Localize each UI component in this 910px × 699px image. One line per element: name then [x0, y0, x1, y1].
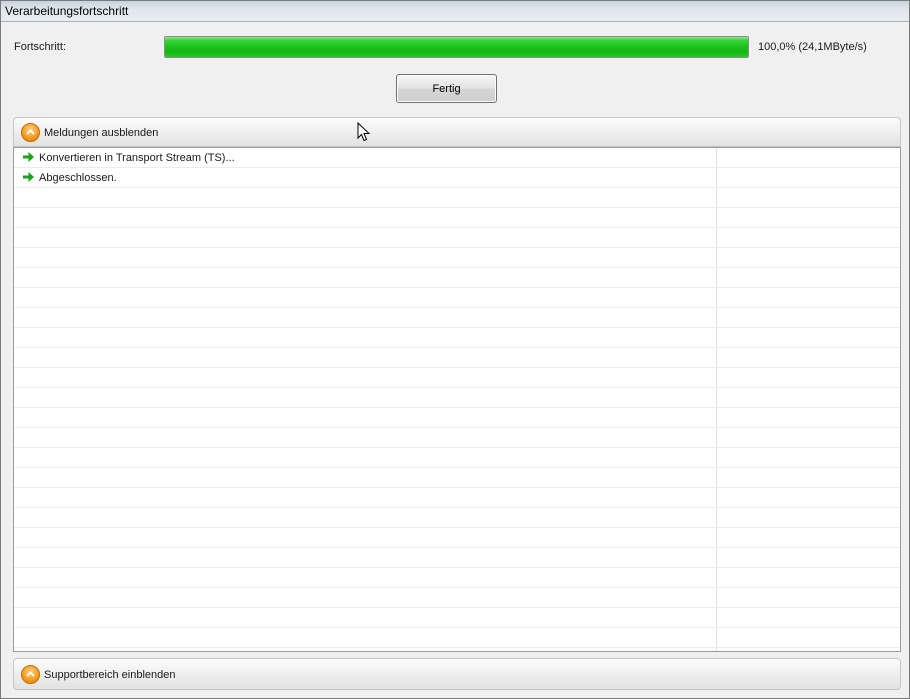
list-item[interactable]: [14, 328, 900, 348]
list-item[interactable]: [14, 348, 900, 368]
list-item[interactable]: [14, 428, 900, 448]
title-bar[interactable]: Verarbeitungsfortschritt: [1, 1, 909, 22]
list-item[interactable]: Konvertieren in Transport Stream (TS)...: [14, 148, 900, 168]
message-text: Konvertieren in Transport Stream (TS)...: [39, 152, 235, 164]
progress-label: Fortschritt:: [14, 41, 66, 53]
list-item[interactable]: [14, 208, 900, 228]
message-text: Abgeschlossen.: [39, 172, 117, 184]
collapse-chevron-up-icon[interactable]: [21, 123, 40, 142]
list-item[interactable]: [14, 488, 900, 508]
progress-dialog-window: Verarbeitungsfortschritt Fortschritt: 10…: [0, 0, 910, 699]
green-arrow-right-icon: [23, 172, 34, 182]
list-item[interactable]: [14, 628, 900, 648]
list-item[interactable]: [14, 448, 900, 468]
list-item[interactable]: [14, 508, 900, 528]
progress-bar-fill: [165, 37, 748, 57]
list-item[interactable]: [14, 368, 900, 388]
list-item[interactable]: [14, 188, 900, 208]
list-item[interactable]: [14, 308, 900, 328]
list-item[interactable]: [14, 588, 900, 608]
expand-chevron-up-icon[interactable]: [21, 665, 40, 684]
progress-row: Fortschritt: 100,0% (24,1MByte/s): [1, 23, 909, 71]
list-item[interactable]: Abgeschlossen.: [14, 168, 900, 188]
list-item[interactable]: [14, 568, 900, 588]
window-title: Verarbeitungsfortschritt: [5, 4, 129, 18]
progress-bar: [164, 36, 749, 58]
list-item[interactable]: [14, 388, 900, 408]
messages-section-header[interactable]: Meldungen ausblenden: [13, 117, 901, 147]
support-section-header[interactable]: Supportbereich einblenden: [13, 658, 901, 690]
list-item[interactable]: [14, 268, 900, 288]
list-item[interactable]: [14, 608, 900, 628]
list-item[interactable]: [14, 528, 900, 548]
message-list[interactable]: Konvertieren in Transport Stream (TS)...…: [13, 147, 901, 652]
finish-button[interactable]: Fertig: [396, 74, 497, 103]
list-item[interactable]: [14, 228, 900, 248]
list-item[interactable]: [14, 468, 900, 488]
mouse-cursor-icon: [357, 122, 371, 142]
list-item[interactable]: [14, 248, 900, 268]
support-toggle-label: Supportbereich einblenden: [44, 669, 176, 681]
progress-value: 100,0% (24,1MByte/s): [758, 41, 867, 53]
green-arrow-right-icon: [23, 152, 34, 162]
list-item[interactable]: [14, 288, 900, 308]
messages-toggle-label: Meldungen ausblenden: [44, 127, 159, 139]
list-item[interactable]: [14, 408, 900, 428]
list-item[interactable]: [14, 548, 900, 568]
